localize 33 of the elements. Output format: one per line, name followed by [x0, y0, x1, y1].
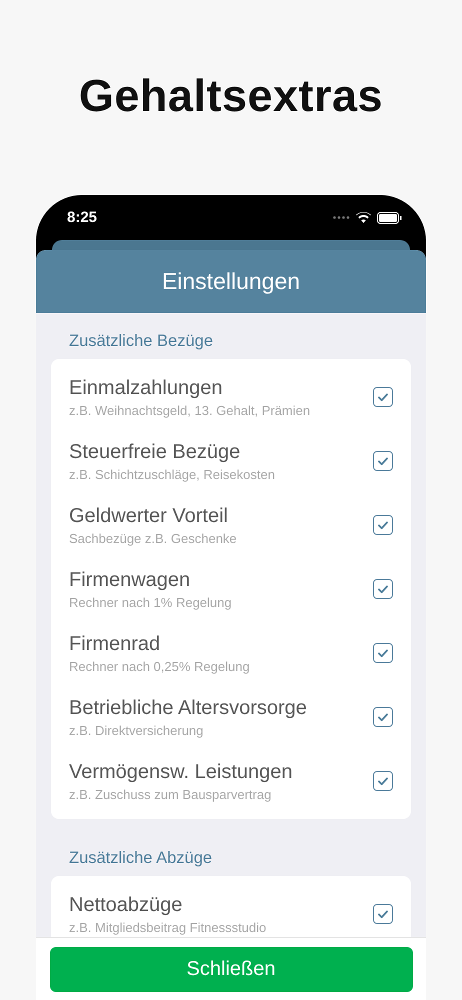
close-button[interactable]: Schließen: [50, 946, 412, 992]
battery-icon: [377, 212, 402, 224]
setting-subtitle: z.B. Direktversicherung: [69, 722, 204, 738]
checkbox[interactable]: [373, 771, 393, 791]
setting-title: Nettoabzüge: [69, 894, 182, 916]
checkbox[interactable]: [373, 387, 393, 407]
setting-title: Steuerfreie Bezüge: [69, 440, 240, 464]
setting-subtitle: Rechner nach 1% Regelung: [69, 594, 232, 610]
setting-subtitle: z.B. Zuschuss zum Bausparvertrag: [69, 786, 272, 802]
setting-title: Firmenrad: [69, 632, 160, 656]
checkbox[interactable]: [373, 707, 393, 727]
setting-subtitle: z.B. Schichtzuschläge, Reisekosten: [69, 466, 275, 482]
checkbox[interactable]: [373, 451, 393, 471]
signal-icon: [333, 216, 350, 219]
checkbox[interactable]: [373, 515, 393, 535]
status-time: 8:25: [67, 209, 98, 226]
section-header: Zusätzliche Abzüge: [68, 848, 212, 869]
headline: Gehaltsextras: [78, 68, 384, 122]
checkbox[interactable]: [373, 643, 393, 663]
setting-subtitle: z.B. Weihnachtsgeld, 13. Gehalt, Prämien: [69, 402, 310, 418]
setting-title: Firmenwagen: [69, 568, 190, 592]
sheet-title: Einstellungen: [162, 268, 300, 295]
setting-subtitle: z.B. Mitgliedsbeitrag Fitnessstudio: [69, 920, 266, 934]
wifi-icon: [356, 212, 371, 223]
section-header: Zusätzliche Bezüge: [68, 331, 213, 352]
setting-title: Vermögensw. Leistungen: [69, 760, 292, 784]
checkbox[interactable]: [373, 579, 393, 599]
checkbox[interactable]: [373, 904, 393, 924]
setting-title: Betriebliche Altersvorsorge: [69, 696, 307, 720]
setting-subtitle: Rechner nach 0,25% Regelung: [69, 658, 250, 674]
setting-title: Geldwerter Vorteil: [69, 504, 228, 528]
setting-subtitle: Sachbezüge z.B. Geschenke: [69, 530, 237, 546]
setting-title: Einmalzahlungen: [69, 376, 222, 400]
